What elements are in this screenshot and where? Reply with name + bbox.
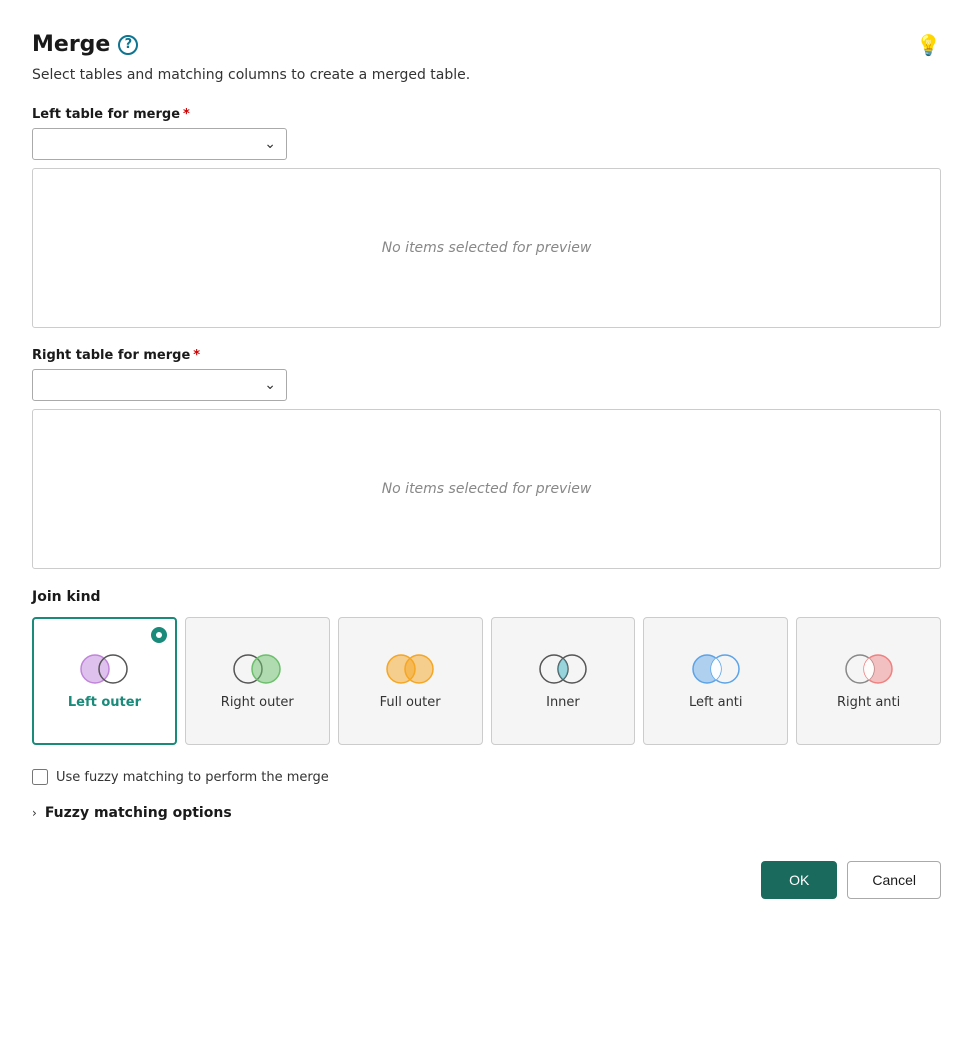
selected-indicator bbox=[151, 627, 167, 643]
join-kind-options: Left outer Right outer Full outer Inner bbox=[32, 617, 941, 745]
footer-buttons: OK Cancel bbox=[32, 861, 941, 899]
left-table-dropdown[interactable]: ⌄ bbox=[32, 128, 287, 160]
full-outer-venn bbox=[383, 651, 437, 687]
join-card-left-outer[interactable]: Left outer bbox=[32, 617, 177, 745]
right-table-label: Right table for merge* bbox=[32, 348, 941, 363]
right-outer-venn bbox=[230, 651, 284, 687]
left-table-preview: No items selected for preview bbox=[32, 168, 941, 328]
join-card-full-outer[interactable]: Full outer bbox=[338, 617, 483, 745]
bulb-icon[interactable]: 💡 bbox=[916, 33, 941, 57]
join-card-right-outer[interactable]: Right outer bbox=[185, 617, 330, 745]
join-card-inner[interactable]: Inner bbox=[491, 617, 636, 745]
fuzzy-checkbox-row: Use fuzzy matching to perform the merge bbox=[32, 769, 941, 785]
page-title: Merge bbox=[32, 32, 110, 57]
right-table-preview: No items selected for preview bbox=[32, 409, 941, 569]
join-card-label-right-outer: Right outer bbox=[221, 695, 294, 712]
right-table-dropdown[interactable]: ⌄ bbox=[32, 369, 287, 401]
help-icon[interactable]: ? bbox=[118, 35, 138, 55]
join-kind-label: Join kind bbox=[32, 589, 941, 605]
left-outer-venn bbox=[77, 651, 131, 687]
dialog-header: Merge ? 💡 bbox=[32, 32, 941, 57]
fuzzy-checkbox[interactable] bbox=[32, 769, 48, 785]
fuzzy-checkbox-label[interactable]: Use fuzzy matching to perform the merge bbox=[56, 770, 329, 785]
left-anti-venn bbox=[689, 651, 743, 687]
join-card-label-inner: Inner bbox=[546, 695, 580, 712]
fuzzy-options-label: Fuzzy matching options bbox=[45, 805, 232, 821]
join-card-label-right-anti: Right anti bbox=[837, 695, 900, 712]
join-card-label-full-outer: Full outer bbox=[380, 695, 441, 712]
chevron-down-icon-2: ⌄ bbox=[264, 377, 276, 393]
chevron-down-icon: ⌄ bbox=[264, 136, 276, 152]
left-preview-text: No items selected for preview bbox=[382, 240, 592, 256]
left-table-label: Left table for merge* bbox=[32, 107, 941, 122]
join-card-label-left-anti: Left anti bbox=[689, 695, 743, 712]
chevron-right-icon: › bbox=[32, 806, 37, 820]
inner-venn bbox=[536, 651, 590, 687]
join-card-left-anti[interactable]: Left anti bbox=[643, 617, 788, 745]
cancel-button[interactable]: Cancel bbox=[847, 861, 941, 899]
fuzzy-options-expander[interactable]: › Fuzzy matching options bbox=[32, 805, 941, 821]
join-card-label-left-outer: Left outer bbox=[68, 695, 141, 712]
subtitle-text: Select tables and matching columns to cr… bbox=[32, 67, 941, 83]
right-anti-venn bbox=[842, 651, 896, 687]
ok-button[interactable]: OK bbox=[761, 861, 837, 899]
right-preview-text: No items selected for preview bbox=[382, 481, 592, 497]
join-card-right-anti[interactable]: Right anti bbox=[796, 617, 941, 745]
